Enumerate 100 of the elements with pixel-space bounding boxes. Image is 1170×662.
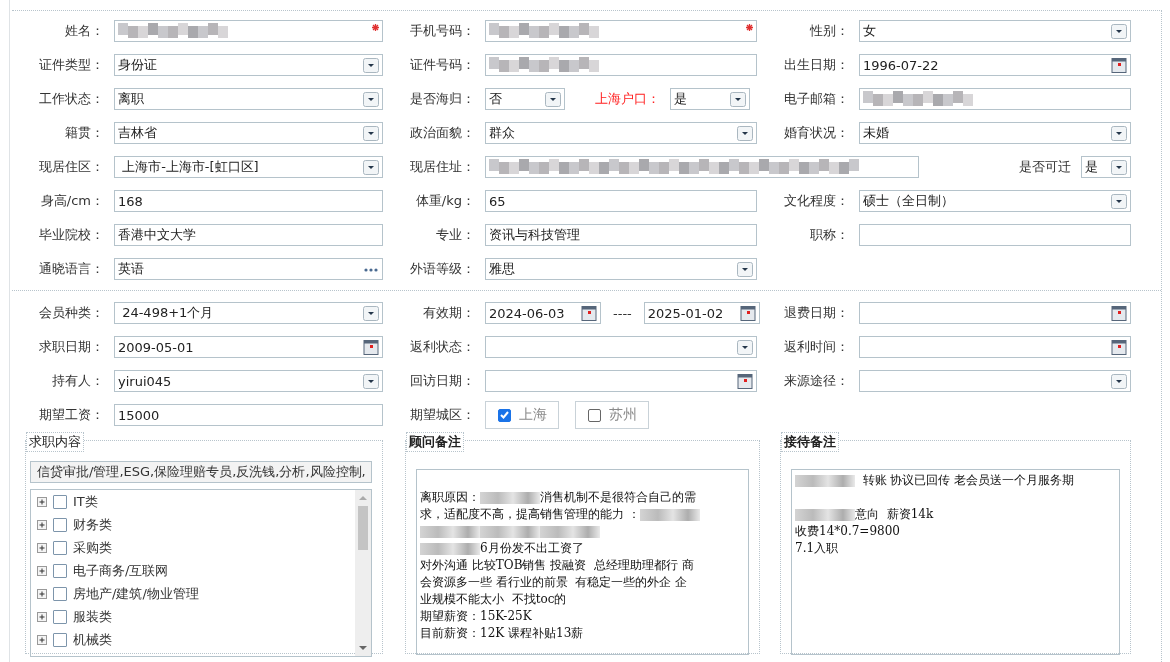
dropdown-icon[interactable] xyxy=(737,261,753,277)
calendar-icon[interactable] xyxy=(737,373,753,389)
calendar-icon[interactable] xyxy=(581,305,597,321)
dropdown-icon[interactable] xyxy=(1111,159,1127,175)
select-field[interactable]: 雅思 xyxy=(485,258,757,280)
dropdown-icon[interactable] xyxy=(1111,373,1127,389)
select-field[interactable]: 否 xyxy=(485,88,565,110)
dropdown-icon[interactable] xyxy=(1111,23,1127,39)
select-field[interactable]: yirui045 xyxy=(114,370,383,392)
date-field[interactable]: 2009-05-01 xyxy=(114,336,383,358)
dropdown-icon[interactable] xyxy=(545,91,561,107)
expand-icon[interactable] xyxy=(37,543,47,553)
selected-jobs-field[interactable]: 信贷审批/管理,ESG,保险理赔专员,反洗钱,分析,风险控制, xyxy=(30,461,372,483)
dropdown-icon[interactable] xyxy=(1111,125,1127,141)
field-label: 返利时间： xyxy=(783,338,849,356)
notes-textarea[interactable]: 转账 协议已回传 老会员送一个月服务期 意向 薪资14k 收费14*0.7=9800 7.1入职 xyxy=(791,469,1120,655)
select-field[interactable]: 身份证 xyxy=(114,54,383,76)
date-field[interactable]: 1996-07-22 xyxy=(859,54,1131,76)
field-label: 工作状态： xyxy=(38,90,104,108)
dropdown-icon[interactable] xyxy=(737,125,753,141)
dropdown-icon[interactable] xyxy=(730,91,746,107)
tree-checkbox[interactable] xyxy=(53,564,67,578)
input-field[interactable] xyxy=(859,88,1131,110)
notes-textarea[interactable]: 离职原因： 消售机制不是很符合自己的需 求，适配度不高，提高销售管理的能力 ： 6月份发不出工资了 对外沟通 比较TOB销售 投融资 总经理助理都行 商 会资源多一些 看行业的前景 有稳定一些的外企 企 业规模不能太小 不找toc的 期望薪资：15K-25K 目前薪资：12K 课程补贴13薪 xyxy=(416,469,749,655)
select-field[interactable]: 24-498+1个月 xyxy=(114,302,383,324)
panel-title: 求职内容 xyxy=(26,432,84,452)
note-line: 6月份发不出工资了 xyxy=(420,540,584,557)
date-field[interactable]: 2025-01-02 xyxy=(643,302,760,324)
input-field[interactable]: 15000 xyxy=(114,404,383,426)
note-line: 会资源多一些 看行业的前景 有稳定一些的外企 企 xyxy=(420,574,688,591)
tree-item[interactable]: IT类 xyxy=(73,493,98,511)
select-field[interactable]: 吉林省 xyxy=(114,122,383,144)
note-line: 意向 薪资14k xyxy=(795,506,934,523)
select-field[interactable]: 离职 xyxy=(114,88,383,110)
calendar-icon[interactable] xyxy=(1111,339,1127,355)
calendar-icon[interactable] xyxy=(1111,305,1127,321)
input-field[interactable] xyxy=(114,20,383,42)
input-field[interactable] xyxy=(485,54,757,76)
range-separator: ---- xyxy=(613,305,632,321)
select-field[interactable]: 硕士（全日制） xyxy=(859,190,1131,212)
dropdown-icon[interactable] xyxy=(363,159,379,175)
expand-icon[interactable] xyxy=(37,612,47,622)
date-field[interactable] xyxy=(859,336,1131,358)
dropdown-icon[interactable] xyxy=(737,339,753,355)
field-label: 回访日期： xyxy=(409,372,475,390)
calendar-icon[interactable] xyxy=(1111,57,1127,73)
tree-checkbox[interactable] xyxy=(53,587,67,601)
expand-icon[interactable] xyxy=(37,520,47,530)
dropdown-icon[interactable] xyxy=(363,91,379,107)
tree-checkbox[interactable] xyxy=(53,610,67,624)
dropdown-icon[interactable] xyxy=(363,57,379,73)
select-field[interactable] xyxy=(859,370,1131,392)
input-field[interactable] xyxy=(485,20,757,42)
date-field[interactable] xyxy=(485,370,757,392)
input-field[interactable] xyxy=(485,156,919,178)
date-field[interactable]: 2024-06-03 xyxy=(485,302,601,324)
select-field[interactable]: 是 xyxy=(1081,156,1131,178)
select-field[interactable]: 群众 xyxy=(485,122,757,144)
dropdown-icon[interactable] xyxy=(363,305,379,321)
scrollbar[interactable] xyxy=(355,490,371,656)
city-option[interactable]: 苏州 xyxy=(575,401,649,429)
field-label: 职称： xyxy=(809,226,849,244)
tree-checkbox[interactable] xyxy=(53,495,67,509)
tree-item[interactable]: 电子商务/互联网 xyxy=(73,562,169,580)
tree-checkbox[interactable] xyxy=(53,633,67,647)
input-field[interactable]: 168 xyxy=(114,190,383,212)
tree-item[interactable]: 服装类 xyxy=(73,608,112,626)
expand-icon[interactable] xyxy=(37,635,47,645)
panel-title: 顾问备注 xyxy=(406,432,464,452)
select-field[interactable]: 上海市-上海市-[虹口区] xyxy=(114,156,383,178)
field-label: 是否可迁 xyxy=(1019,158,1071,176)
city-option[interactable]: 上海 xyxy=(485,401,559,429)
input-field[interactable]: 英语 xyxy=(114,258,383,280)
dropdown-icon[interactable] xyxy=(363,125,379,141)
date-field[interactable] xyxy=(859,302,1131,324)
input-field[interactable] xyxy=(859,224,1131,246)
input-field[interactable]: 65 xyxy=(485,190,757,212)
note-line: 收费14*0.7=9800 xyxy=(795,523,900,540)
input-field[interactable]: 资讯与科技管理 xyxy=(485,224,757,246)
tree-item[interactable]: 财务类 xyxy=(73,516,112,534)
tree-item[interactable]: 房地产/建筑/物业管理 xyxy=(73,585,199,603)
expand-icon[interactable] xyxy=(37,589,47,599)
field-label: 出生日期： xyxy=(783,56,849,74)
select-field[interactable]: 女 xyxy=(859,20,1131,42)
tree-item[interactable]: 采购类 xyxy=(73,539,112,557)
calendar-icon[interactable] xyxy=(739,305,756,321)
tree-item[interactable]: 机械类 xyxy=(73,631,112,649)
input-field[interactable]: 香港中文大学 xyxy=(114,224,383,246)
calendar-icon[interactable] xyxy=(363,339,379,355)
select-field[interactable]: 是 xyxy=(670,88,750,110)
tree-checkbox[interactable] xyxy=(53,518,67,532)
select-field[interactable] xyxy=(485,336,757,358)
dropdown-icon[interactable] xyxy=(363,373,379,389)
note-line: 对外沟通 比较TOB销售 投融资 总经理助理都行 商 xyxy=(420,557,694,574)
expand-icon[interactable] xyxy=(37,497,47,507)
tree-checkbox[interactable] xyxy=(53,541,67,555)
dropdown-icon[interactable] xyxy=(1111,193,1127,209)
select-field[interactable]: 未婚 xyxy=(859,122,1131,144)
note-line: 业规模不能太小 不找toc的 xyxy=(420,591,567,608)
expand-icon[interactable] xyxy=(37,566,47,576)
